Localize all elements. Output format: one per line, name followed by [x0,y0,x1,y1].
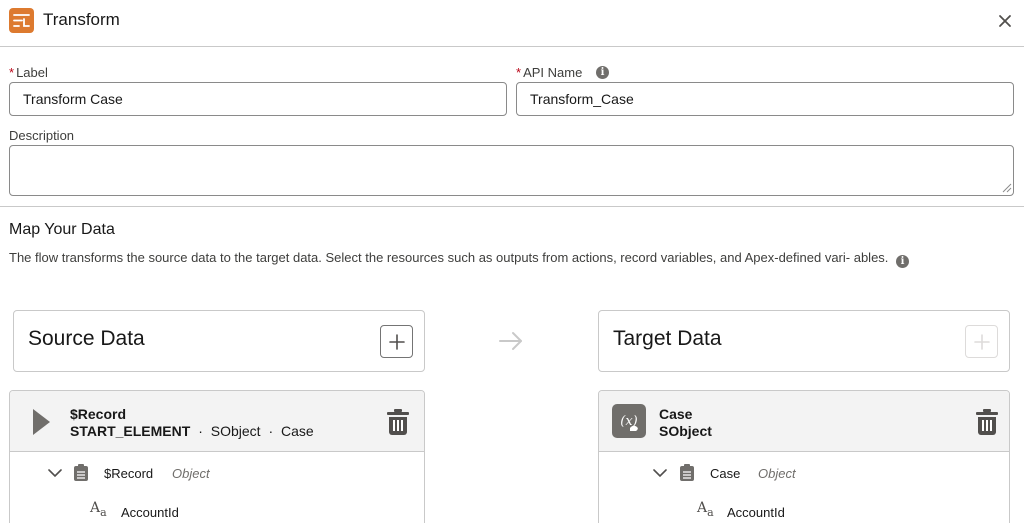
chevron-down-icon[interactable] [48,468,62,478]
target-object-header: (x) Case SObject [599,391,1009,452]
target-field-accountid[interactable]: AccountId [727,505,785,520]
clipboard-icon [680,464,694,481]
section-divider [0,206,1024,207]
source-tree-root-type: Object [172,466,210,481]
target-tree-root-type: Object [758,466,796,481]
play-icon [33,409,50,435]
label-field-label: * Label [9,65,48,80]
label-input[interactable] [9,82,507,116]
arrow-right-icon [499,332,522,350]
map-data-title: Map Your Data [9,221,115,238]
map-data-help: The flow transforms the source data to t… [9,249,999,268]
transform-icon [9,8,34,33]
target-data-title: Target Data [613,327,722,350]
modal-title: Transform [43,10,120,29]
required-mark: * [9,65,15,80]
variable-icon: (x) [612,404,646,438]
close-icon[interactable] [994,10,1016,32]
api-name-input[interactable] [516,82,1014,116]
target-data-card: Target Data [598,310,1010,372]
add-source-button[interactable] [380,325,413,358]
description-textarea[interactable] [9,145,1014,196]
resize-grip-icon[interactable] [1002,183,1012,193]
trash-icon[interactable] [387,409,411,435]
plus-icon [974,334,990,350]
description-field-label: Description [9,128,75,143]
info-icon[interactable]: i [596,66,609,79]
source-object-header: $Record START_ELEMENT · SObject · Case [10,391,424,452]
clipboard-icon [74,464,88,481]
api-name-field-label: * API Name [516,65,583,80]
trash-icon[interactable] [976,409,1000,435]
target-tree-root-name[interactable]: Case [710,466,740,481]
text-field-icon: Aa [90,500,107,519]
source-field-accountid[interactable]: AccountId [121,505,179,520]
target-object-subtitle: SObject [659,423,712,439]
source-object-subtitle: START_ELEMENT · SObject · Case [70,423,314,439]
chevron-down-icon[interactable] [653,468,667,478]
source-data-card: Source Data [13,310,425,372]
target-object-name: Case [659,406,693,422]
add-target-button[interactable] [965,325,998,358]
text-field-icon: Aa [697,500,714,519]
modal-header: Transform [0,0,1024,47]
required-mark: * [516,65,522,80]
info-icon[interactable]: i [896,255,910,268]
plus-icon [389,334,405,350]
source-tree-root-name[interactable]: $Record [104,466,153,481]
source-data-title: Source Data [28,327,145,350]
source-object-name: $Record [70,406,127,422]
target-object-card: (x) Case SObject Case Object Aa AccountI… [598,390,1010,523]
source-object-card: $Record START_ELEMENT · SObject · Case $… [9,390,425,523]
